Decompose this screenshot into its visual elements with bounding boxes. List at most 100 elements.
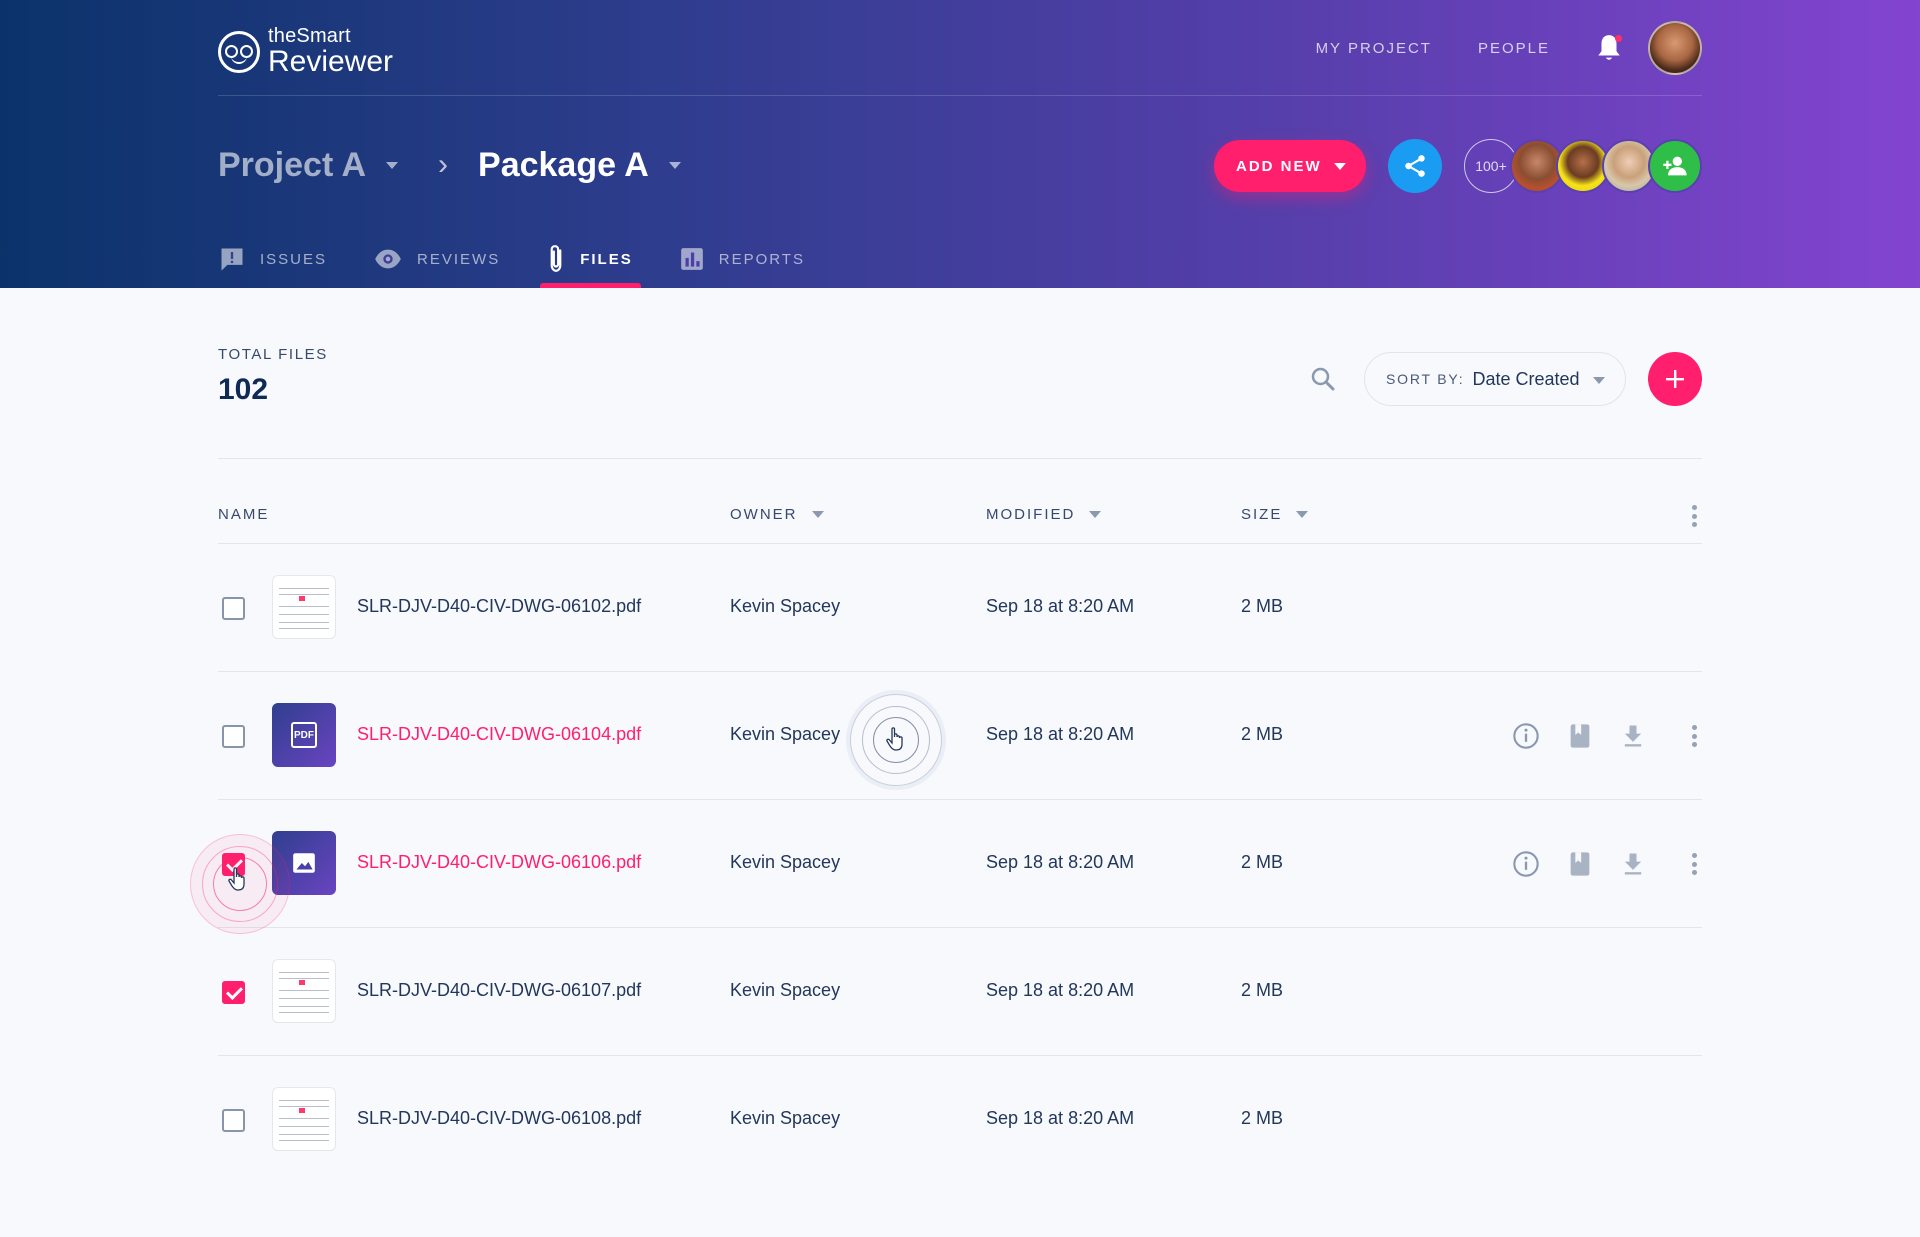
tab-reviews[interactable]: REVIEWS bbox=[361, 230, 512, 288]
book-icon[interactable] bbox=[1566, 850, 1594, 878]
chevron-down-icon bbox=[1593, 377, 1605, 384]
file-size: 2 MB bbox=[1241, 1108, 1284, 1128]
file-owner: Kevin Spacey bbox=[730, 980, 841, 1000]
top-nav: MY PROJECT PEOPLE bbox=[1316, 20, 1702, 76]
tab-bar: ISSUES REVIEWS FILES REPORTS bbox=[218, 230, 839, 288]
table-options-icon[interactable] bbox=[1684, 502, 1704, 530]
tab-reports-label: REPORTS bbox=[718, 250, 805, 268]
tab-reports[interactable]: REPORTS bbox=[667, 230, 817, 288]
row-options-icon[interactable] bbox=[1684, 850, 1704, 878]
table-row[interactable]: PDF SLR-DJV-D40-CIV-DWG-06104.pdf Kevin … bbox=[218, 672, 1702, 800]
share-icon bbox=[1405, 155, 1425, 177]
search-button[interactable] bbox=[1308, 364, 1338, 394]
info-icon[interactable] bbox=[1512, 722, 1540, 750]
breadcrumb-project[interactable]: Project A bbox=[218, 146, 366, 185]
sort-dropdown[interactable]: SORT BY: Date Created bbox=[1364, 352, 1626, 406]
file-name[interactable]: SLR-DJV-D40-CIV-DWG-06106.pdf bbox=[357, 852, 641, 873]
add-member-button[interactable] bbox=[1648, 139, 1702, 193]
alert-icon bbox=[221, 248, 243, 271]
file-modified: Sep 18 at 8:20 AM bbox=[986, 980, 1135, 1000]
table-row[interactable]: SLR-DJV-D40-CIV-DWG-06108.pdf Kevin Spac… bbox=[218, 1056, 1702, 1184]
row-checkbox[interactable] bbox=[222, 981, 245, 1004]
breadcrumb: Project A › Package A bbox=[218, 140, 681, 190]
section-divider bbox=[218, 458, 1702, 459]
file-modified: Sep 18 at 8:20 AM bbox=[986, 1108, 1135, 1128]
notification-dot bbox=[1615, 35, 1622, 42]
add-file-button[interactable] bbox=[1648, 352, 1702, 406]
tab-issues-label: ISSUES bbox=[260, 250, 328, 268]
share-button[interactable] bbox=[1388, 139, 1442, 193]
file-thumbnail[interactable] bbox=[272, 959, 336, 1023]
pdf-file-icon[interactable]: PDF bbox=[272, 703, 336, 767]
nav-my-project[interactable]: MY PROJECT bbox=[1316, 40, 1432, 57]
nav-people[interactable]: PEOPLE bbox=[1478, 40, 1550, 57]
table-row[interactable]: SLR-DJV-D40-CIV-DWG-06107.pdf Kevin Spac… bbox=[218, 928, 1702, 1056]
row-options-icon[interactable] bbox=[1684, 722, 1704, 750]
column-owner[interactable]: OWNER bbox=[730, 506, 824, 523]
files-summary: TOTAL FILES 102 bbox=[218, 346, 328, 407]
image-file-icon[interactable] bbox=[272, 831, 336, 895]
sort-caret-icon bbox=[811, 511, 824, 518]
table-header: NAME OWNER MODIFIED SIZE bbox=[218, 488, 1702, 544]
tab-files-label: FILES bbox=[580, 250, 633, 268]
total-files-count: 102 bbox=[218, 373, 269, 406]
search-icon bbox=[1311, 367, 1335, 391]
eye-icon bbox=[375, 249, 401, 269]
tab-reviews-label: REVIEWS bbox=[417, 250, 501, 268]
add-person-icon bbox=[1663, 156, 1687, 176]
chevron-down-icon bbox=[1334, 163, 1346, 170]
paperclip-icon bbox=[550, 245, 562, 272]
file-owner: Kevin Spacey bbox=[730, 852, 841, 872]
file-name[interactable]: SLR-DJV-D40-CIV-DWG-06104.pdf bbox=[357, 724, 641, 745]
logo[interactable]: theSmart Reviewer bbox=[218, 26, 393, 77]
breadcrumb-package[interactable]: Package A bbox=[478, 146, 649, 185]
column-name[interactable]: NAME bbox=[218, 506, 269, 523]
column-size[interactable]: SIZE bbox=[1241, 506, 1309, 523]
download-icon[interactable] bbox=[1619, 722, 1647, 750]
tab-issues[interactable]: ISSUES bbox=[218, 230, 339, 288]
file-name[interactable]: SLR-DJV-D40-CIV-DWG-06108.pdf bbox=[357, 1108, 641, 1129]
file-size: 2 MB bbox=[1241, 596, 1284, 616]
plus-icon bbox=[1666, 370, 1684, 388]
logo-big-text: Reviewer bbox=[268, 45, 394, 78]
logo-text: theSmart Reviewer bbox=[268, 26, 393, 77]
chevron-right-icon: › bbox=[438, 148, 449, 181]
file-owner: Kevin Spacey bbox=[730, 596, 841, 616]
info-icon[interactable] bbox=[1512, 850, 1540, 878]
team-members: 100+ bbox=[1464, 139, 1702, 193]
add-new-label: ADD NEW bbox=[1236, 157, 1322, 175]
file-owner: Kevin Spacey bbox=[730, 1108, 841, 1128]
top-bar: theSmart Reviewer MY PROJECT PEOPLE bbox=[218, 0, 1702, 96]
sort-caret-icon bbox=[1296, 511, 1309, 518]
table-row[interactable]: SLR-DJV-D40-CIV-DWG-06102.pdf Kevin Spac… bbox=[218, 544, 1702, 672]
file-name[interactable]: SLR-DJV-D40-CIV-DWG-06102.pdf bbox=[357, 596, 641, 617]
column-modified[interactable]: MODIFIED bbox=[986, 506, 1102, 523]
bar-chart-icon bbox=[680, 248, 703, 270]
file-size: 2 MB bbox=[1241, 852, 1284, 872]
file-modified: Sep 18 at 8:20 AM bbox=[986, 596, 1135, 616]
column-name-label: NAME bbox=[218, 506, 270, 523]
file-name[interactable]: SLR-DJV-D40-CIV-DWG-06107.pdf bbox=[357, 980, 641, 1001]
tab-files[interactable]: FILES bbox=[534, 230, 645, 288]
file-thumbnail[interactable] bbox=[272, 1087, 336, 1151]
column-owner-label: OWNER bbox=[730, 506, 798, 523]
row-checkbox[interactable] bbox=[222, 725, 245, 748]
project-dropdown-icon[interactable] bbox=[386, 161, 399, 169]
file-size: 2 MB bbox=[1241, 980, 1284, 1000]
row-checkbox[interactable] bbox=[222, 853, 245, 876]
row-checkbox[interactable] bbox=[222, 1109, 245, 1132]
package-dropdown-icon[interactable] bbox=[668, 161, 681, 169]
download-icon[interactable] bbox=[1619, 850, 1647, 878]
sort-value: Date Created bbox=[1472, 368, 1580, 389]
file-thumbnail[interactable] bbox=[272, 575, 336, 639]
user-avatar[interactable] bbox=[1648, 21, 1702, 75]
file-modified: Sep 18 at 8:20 AM bbox=[986, 852, 1135, 872]
column-size-label: SIZE bbox=[1241, 506, 1283, 523]
column-modified-label: MODIFIED bbox=[986, 506, 1076, 523]
table-row[interactable]: SLR-DJV-D40-CIV-DWG-06106.pdf Kevin Spac… bbox=[218, 800, 1702, 928]
bell-icon[interactable] bbox=[1596, 33, 1622, 63]
add-new-button[interactable]: ADD NEW bbox=[1214, 140, 1366, 192]
book-icon[interactable] bbox=[1566, 722, 1594, 750]
image-icon bbox=[293, 853, 315, 873]
row-checkbox[interactable] bbox=[222, 597, 245, 620]
